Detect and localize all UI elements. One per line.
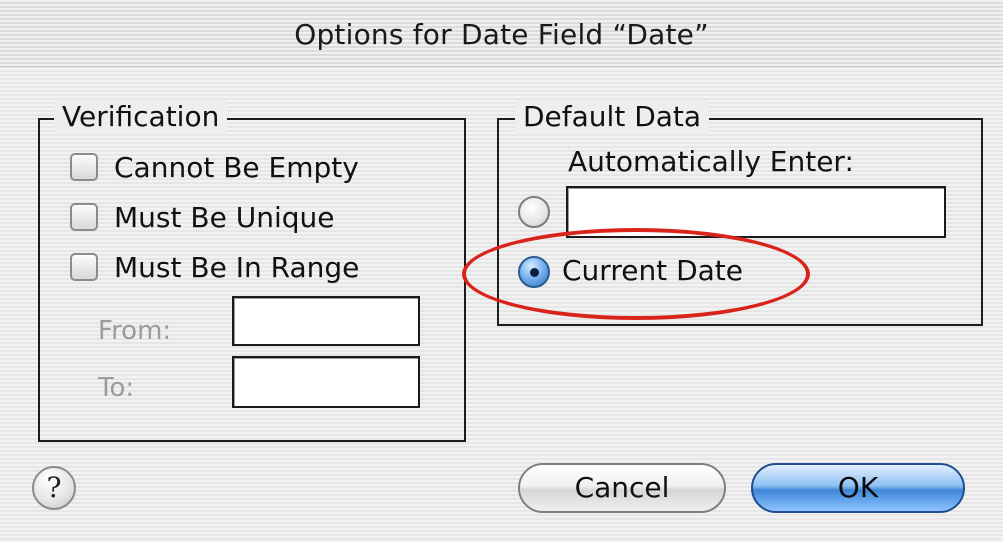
- cancel-button[interactable]: Cancel: [518, 463, 726, 513]
- ok-button[interactable]: OK: [751, 463, 965, 513]
- dialog-title-bar: Options for Date Field “Date”: [0, 0, 1003, 67]
- must-be-in-range-checkbox[interactable]: [70, 253, 98, 281]
- help-button[interactable]: ?: [32, 466, 76, 510]
- cannot-be-empty-checkbox[interactable]: [70, 153, 98, 181]
- must-be-in-range-label: Must Be In Range: [114, 251, 360, 284]
- must-be-unique-label: Must Be Unique: [114, 201, 335, 234]
- range-to-field[interactable]: [232, 356, 420, 408]
- automatically-enter-label: Automatically Enter:: [568, 145, 854, 178]
- dialog-title: Options for Date Field “Date”: [294, 18, 709, 51]
- range-from-field[interactable]: [232, 296, 420, 346]
- range-from-label: From:: [98, 316, 172, 346]
- automatically-enter-radio[interactable]: [518, 196, 550, 228]
- default-data-legend: Default Data: [515, 100, 710, 134]
- must-be-unique-checkbox[interactable]: [70, 203, 98, 231]
- cannot-be-empty-label: Cannot Be Empty: [114, 151, 359, 184]
- verification-legend: Verification: [54, 100, 228, 134]
- range-to-label: To:: [98, 373, 135, 403]
- annotation-ellipse: [462, 228, 810, 320]
